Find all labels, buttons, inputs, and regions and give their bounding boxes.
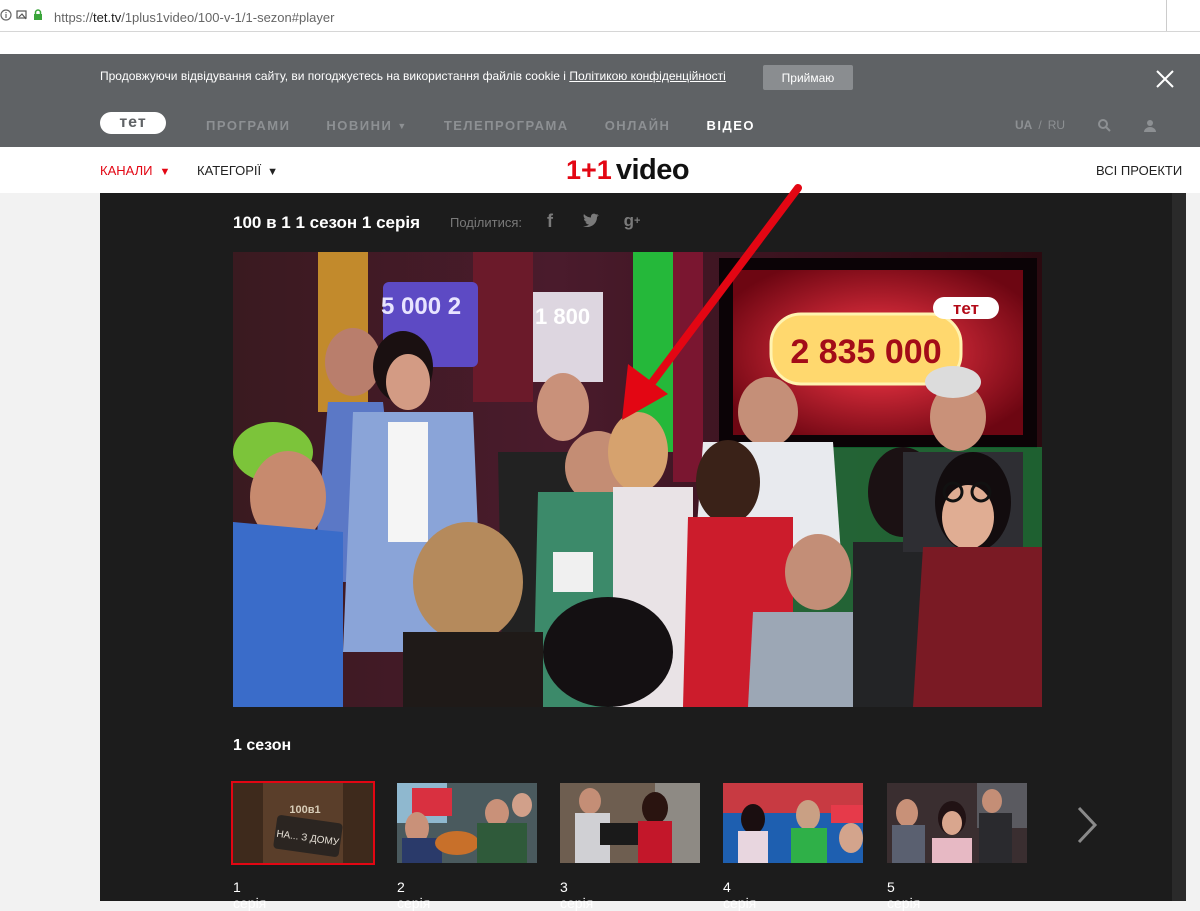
twitter-icon[interactable] (581, 211, 601, 231)
scoreboard-value: 2 835 000 (790, 333, 941, 371)
brand-logo-word: video (615, 154, 690, 186)
episode-thumb-1[interactable]: 100в1 НА... З ДОМУ (231, 781, 375, 865)
nav-item-label: ТЕЛЕПРОГРАМА (443, 118, 569, 133)
info-icon[interactable] (0, 9, 12, 21)
nav-item-label: НОВИНИ (326, 118, 393, 133)
scoreboard-logo: тет (953, 299, 979, 318)
language-switcher: UA / RU (1015, 118, 1065, 132)
episode-label[interactable]: 1 серія (233, 879, 266, 911)
episode-thumb-5[interactable] (887, 783, 1027, 863)
address-bar-icons (0, 9, 44, 21)
url-path: /1plus1video/100-v-1/1-sezon#player (121, 10, 335, 25)
screen-label-center: 1 800 (535, 304, 590, 329)
episode-label[interactable]: 4 серія (723, 879, 756, 911)
nav-item-news[interactable]: НОВИНИ ▼ (326, 118, 407, 133)
episode-thumb-image (723, 783, 863, 863)
lang-ua[interactable]: UA (1015, 118, 1032, 132)
page-action-icon[interactable] (16, 9, 28, 21)
google-plus-icon[interactable]: g+ (622, 211, 642, 231)
episode-thumb-image (887, 783, 1027, 863)
tet-logo[interactable]: тет (100, 112, 166, 134)
categories-dropdown[interactable]: КАТЕГОРІЇ ▼ (197, 163, 278, 178)
episode-thumb-2[interactable] (397, 783, 537, 863)
caret-down-icon: ▼ (267, 166, 279, 178)
episode-label[interactable]: 3 серія (560, 879, 593, 911)
nav-item-programs[interactable]: ПРОГРАМИ (206, 118, 290, 133)
close-icon[interactable] (1152, 66, 1178, 92)
episode-thumb-sign-top: 100в1 (289, 804, 320, 816)
user-icon[interactable] (1143, 118, 1157, 132)
toolbar-gap (0, 32, 1200, 54)
episode-thumb-image (560, 783, 700, 863)
nav-item-online[interactable]: ОНЛАЙН (605, 118, 671, 133)
lock-icon (34, 9, 42, 20)
cookie-accept-button[interactable]: Приймаю (763, 65, 853, 90)
all-projects-link[interactable]: ВСІ ПРОЕКТИ (1096, 163, 1182, 178)
main-nav: ПРОГРАМИ НОВИНИ ▼ ТЕЛЕПРОГРАМА ОНЛАЙН ВІД… (206, 118, 791, 133)
video-player[interactable]: 5 000 2 1 800 2 835 000 тет (233, 252, 1042, 707)
url-host: tet.tv (93, 10, 122, 25)
url-prefix: https:// (54, 10, 94, 25)
categories-label: КАТЕГОРІЇ (197, 163, 262, 178)
player-section: 100 в 1 1 сезон 1 серія Поділитися: f g+ (100, 193, 1186, 911)
episode-label[interactable]: 2 серія (397, 879, 430, 911)
nav-item-video[interactable]: ВІДЕО (706, 118, 755, 133)
video-title: 100 в 1 1 сезон 1 серія (233, 213, 421, 232)
cookie-notice: Продовжуючи відвідування сайту, ви погод… (100, 69, 726, 83)
nav-item-label: ПРОГРАМИ (206, 118, 291, 133)
lang-separator: / (1038, 118, 1042, 132)
address-bar-end (1166, 0, 1200, 31)
browser-address-bar: https://tet.tv/1plus1video/100-v-1/1-sez… (0, 0, 1200, 32)
season-label: 1 сезон (233, 737, 292, 754)
caret-down-icon: ▼ (159, 166, 171, 178)
sub-nav: КАНАЛИ ▼ КАТЕГОРІЇ ▼ 1+1 video ВСІ ПРОЕКТИ (0, 147, 1200, 193)
nav-item-label: ОНЛАЙН (604, 118, 671, 133)
privacy-policy-link[interactable]: Політикою конфіденційності (569, 69, 726, 83)
nav-item-tv-guide[interactable]: ТЕЛЕПРОГРАМА (444, 118, 569, 133)
url-text[interactable]: https://tet.tv/1plus1video/100-v-1/1-sez… (54, 10, 334, 25)
site-header: Продовжуючи відвідування сайту, ви погод… (0, 54, 1200, 147)
search-icon[interactable] (1097, 118, 1111, 132)
chevron-down-icon: ▼ (397, 120, 408, 131)
chevron-right-icon[interactable] (1074, 805, 1100, 845)
channels-label: КАНАЛИ (100, 163, 153, 178)
facebook-icon[interactable]: f (540, 211, 560, 231)
video-frame: 5 000 2 1 800 2 835 000 тет (233, 252, 1042, 707)
episode-thumb-image (397, 783, 537, 863)
episode-label[interactable]: 5 серія (887, 879, 920, 911)
channels-dropdown[interactable]: КАНАЛИ ▼ (100, 163, 170, 178)
episode-thumb-3[interactable] (560, 783, 700, 863)
share-label: Поділитися: (450, 215, 522, 230)
brand-logo[interactable]: 1+1 video (566, 154, 690, 186)
nav-item-label: ВІДЕО (706, 118, 755, 133)
cookie-text: Продовжуючи відвідування сайту, ви погод… (100, 69, 570, 83)
screen-label-left: 5 000 2 (381, 293, 461, 320)
episode-thumb-4[interactable] (723, 783, 863, 863)
brand-logo-mark: 1+1 (566, 155, 612, 185)
lang-ru[interactable]: RU (1048, 118, 1065, 132)
episode-thumb-image: 100в1 НА... З ДОМУ (233, 783, 373, 863)
stage-edge (1172, 193, 1186, 901)
